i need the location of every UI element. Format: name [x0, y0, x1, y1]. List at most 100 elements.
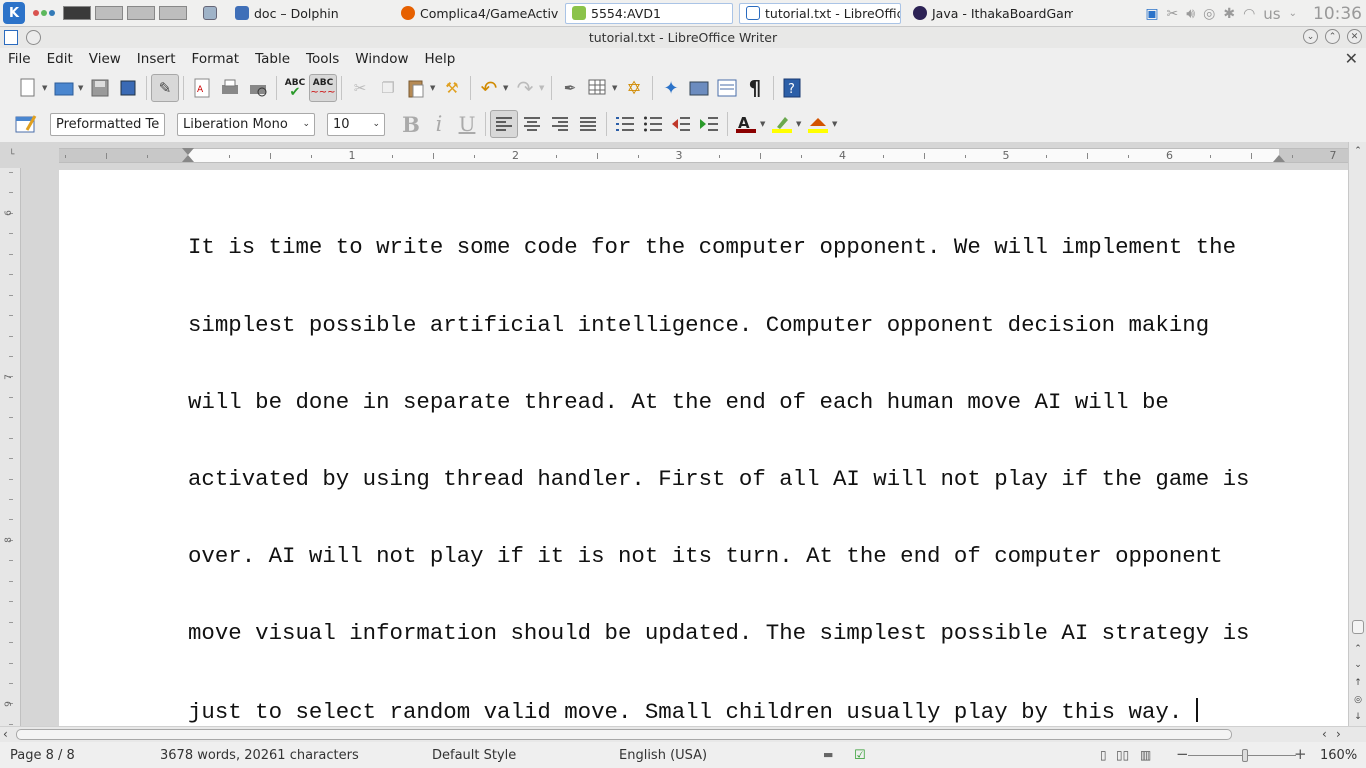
text-line[interactable]: simplest possible artificial intelligenc…: [188, 312, 1288, 339]
numbered-list-icon[interactable]: [611, 110, 639, 138]
menu-tools[interactable]: Tools: [298, 51, 347, 67]
navigation-icon[interactable]: ◎: [1351, 693, 1365, 707]
document-canvas[interactable]: It is time to write some code for the co…: [21, 168, 1348, 726]
chevron-down-icon[interactable]: ▼: [760, 120, 768, 128]
vertical-scrollbar[interactable]: ⌃ ⌃ ⌄ ↑ ◎ ↓: [1348, 142, 1366, 726]
first-line-indent-marker[interactable]: [182, 148, 194, 155]
chevron-down-icon[interactable]: ▼: [612, 84, 620, 92]
tab-stop-type-icon[interactable]: └: [9, 150, 14, 160]
zoom-slider-handle[interactable]: [1242, 749, 1248, 762]
text-line-last[interactable]: just to select random valid move. Small …: [188, 698, 1288, 726]
navigator-icon[interactable]: ✦: [657, 74, 685, 102]
open-icon[interactable]: [50, 74, 78, 102]
insert-table-icon[interactable]: [584, 74, 612, 102]
menu-file[interactable]: File: [0, 51, 39, 67]
keyboard-layout[interactable]: us: [1263, 5, 1280, 23]
font-color-icon[interactable]: A: [732, 110, 760, 138]
chevron-down-icon[interactable]: ▼: [796, 120, 804, 128]
new-document-icon[interactable]: [14, 74, 42, 102]
styles-formatting-icon[interactable]: [12, 110, 40, 138]
undo-icon[interactable]: ↶: [475, 74, 503, 102]
volume-icon[interactable]: 🔊︎: [1186, 6, 1195, 22]
paste-icon[interactable]: [402, 74, 430, 102]
chevron-down-icon[interactable]: ▼: [503, 84, 511, 92]
network-icon[interactable]: ◎: [1203, 6, 1215, 22]
virtual-desktop-1[interactable]: [63, 6, 91, 20]
single-page-view-icon[interactable]: ▯: [1100, 748, 1107, 762]
font-size-select[interactable]: 10 ⌄: [327, 112, 385, 136]
horizontal-scrollbar[interactable]: ‹ ‹ ›: [0, 726, 1366, 742]
save-icon[interactable]: [86, 74, 114, 102]
help-icon[interactable]: ?: [778, 74, 806, 102]
text-line[interactable]: just to select random valid move. Small …: [188, 699, 1196, 725]
italic-icon[interactable]: i: [425, 110, 453, 138]
right-indent-marker[interactable]: [1273, 155, 1285, 162]
redo-icon[interactable]: ↷: [511, 74, 539, 102]
align-right-icon[interactable]: [546, 110, 574, 138]
menu-view[interactable]: View: [81, 51, 129, 67]
zoom-level[interactable]: 160%: [1320, 748, 1357, 763]
zoom-in-icon[interactable]: +: [1294, 745, 1307, 763]
word-count[interactable]: 3678 words, 20261 characters: [160, 748, 359, 763]
print-icon[interactable]: [216, 74, 244, 102]
vertical-scroll-thumb[interactable]: [1352, 620, 1364, 634]
menu-edit[interactable]: Edit: [39, 51, 81, 67]
zoom-out-icon[interactable]: −: [1176, 745, 1189, 763]
clone-formatting-icon[interactable]: ⚒: [438, 74, 466, 102]
menu-window[interactable]: Window: [347, 51, 416, 67]
book-view-icon[interactable]: ▥: [1140, 748, 1151, 762]
decrease-indent-icon[interactable]: [667, 110, 695, 138]
background-color-icon[interactable]: [804, 110, 832, 138]
copy-icon[interactable]: ❐: [374, 74, 402, 102]
close-document-icon[interactable]: ✕: [1345, 49, 1358, 68]
page-count[interactable]: Page 8 / 8: [10, 748, 75, 763]
chevron-down-icon[interactable]: ▼: [430, 84, 438, 92]
text-line[interactable]: It is time to write some code for the co…: [188, 235, 1288, 261]
insert-mode-icon[interactable]: ▬: [823, 748, 833, 761]
task-libreoffice[interactable]: tutorial.txt - LibreOffice: [739, 2, 901, 24]
text-line[interactable]: over. AI will not play if it is not its …: [188, 543, 1288, 570]
chevron-down-icon[interactable]: ▼: [42, 84, 50, 92]
font-name-select[interactable]: Liberation Mono ⌄: [177, 112, 315, 136]
writer-icon[interactable]: [4, 30, 18, 45]
menu-table[interactable]: Table: [247, 51, 298, 67]
chevron-down-icon[interactable]: ▼: [832, 120, 840, 128]
window-titlebar[interactable]: tutorial.txt - LibreOffice Writer ⌄ ⌃ ✕: [0, 27, 1366, 48]
scroll-right-icon[interactable]: ›: [1336, 727, 1341, 741]
menu-insert[interactable]: Insert: [129, 51, 184, 67]
text-line[interactable]: move visual information should be update…: [188, 620, 1288, 647]
export-pdf-icon[interactable]: A: [188, 74, 216, 102]
bluetooth-icon[interactable]: ✱: [1223, 6, 1235, 22]
scroll-left-icon[interactable]: ‹: [3, 727, 8, 741]
wifi-icon[interactable]: ◠: [1243, 6, 1255, 22]
paragraph-style-select[interactable]: Preformatted Te ⌄: [50, 112, 165, 136]
previous-page-icon[interactable]: ↑: [1351, 676, 1365, 690]
minimize-button[interactable]: ⌄: [1303, 29, 1318, 44]
left-indent-marker[interactable]: [182, 155, 194, 162]
edit-mode-icon[interactable]: ✎: [151, 74, 179, 102]
underline-icon[interactable]: U: [453, 110, 481, 138]
virtual-desktop-4[interactable]: [159, 6, 187, 20]
spellcheck-icon[interactable]: ABC ✔: [281, 74, 309, 102]
data-sources-icon[interactable]: [713, 74, 741, 102]
highlight-color-icon[interactable]: [768, 110, 796, 138]
document-modified-icon[interactable]: ☑: [854, 748, 866, 763]
scroll-up-arrow-icon[interactable]: ⌃: [1351, 144, 1365, 158]
text-line[interactable]: activated by using thread handler. First…: [188, 466, 1288, 493]
chevron-down-icon[interactable]: ⌄: [1289, 8, 1297, 19]
horizontal-scroll-thumb[interactable]: [16, 729, 1232, 740]
multi-page-view-icon[interactable]: ▯▯: [1116, 748, 1129, 762]
text-language[interactable]: English (USA): [619, 748, 707, 763]
autospellcheck-icon[interactable]: ABC ~~~: [309, 74, 337, 102]
menu-format[interactable]: Format: [184, 51, 248, 67]
clock[interactable]: 10:36: [1313, 4, 1362, 24]
bullet-list-icon[interactable]: [639, 110, 667, 138]
close-button[interactable]: ✕: [1347, 29, 1362, 44]
scroll-down-icon[interactable]: ⌄: [1351, 658, 1365, 672]
chevron-down-icon[interactable]: ▼: [78, 84, 86, 92]
activities-icon[interactable]: [33, 10, 55, 16]
gallery-icon[interactable]: [685, 74, 713, 102]
application-launcher-icon[interactable]: K: [3, 2, 25, 24]
show-desktop-icon[interactable]: [197, 3, 223, 24]
scissors-icon[interactable]: ✂: [1167, 6, 1179, 22]
